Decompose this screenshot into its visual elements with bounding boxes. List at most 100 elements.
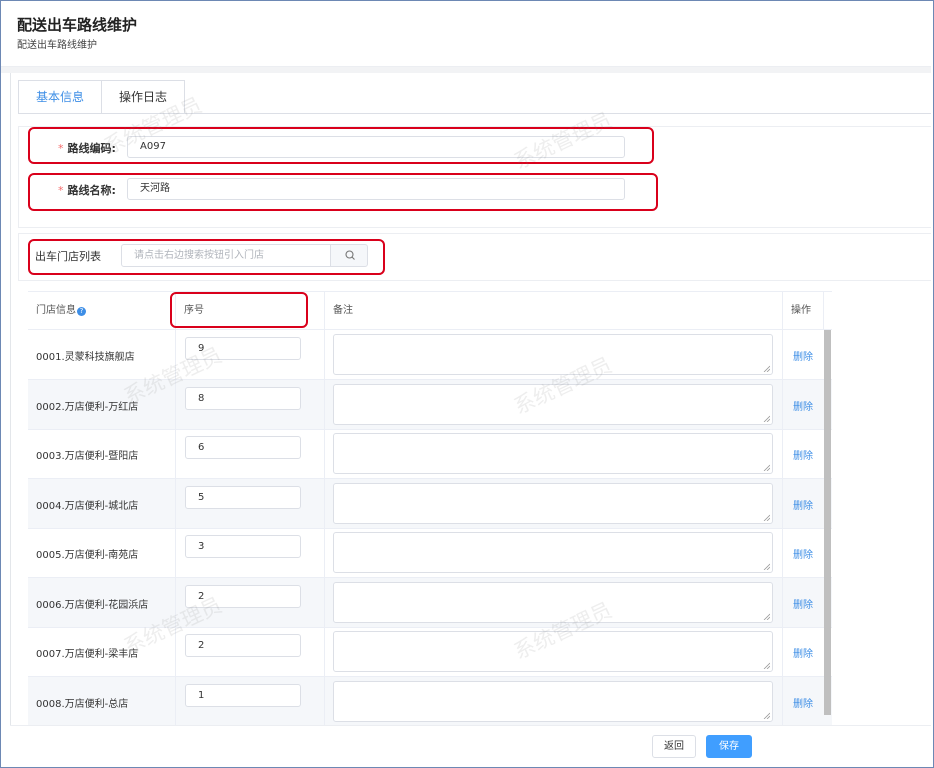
cell-seq: 8 (176, 379, 325, 430)
store-name: 0006.万店便利-花园浜店 (36, 599, 149, 611)
required-mark: * (58, 184, 64, 197)
cell-store: 0005.万店便利-南苑店 (28, 528, 176, 578)
cell-action: 删除 (783, 677, 824, 726)
cell-store: 0006.万店便利-花园浜店 (28, 577, 176, 628)
store-search-input[interactable]: 请点击右边搜索按钮引入门店 (121, 244, 331, 267)
remark-textarea[interactable] (333, 334, 773, 375)
route-code-input[interactable]: A097 (127, 136, 625, 158)
store-name: 0002.万店便利-万红店 (36, 401, 139, 413)
table-row: 0004.万店便利-城北店 5 删除 (28, 478, 832, 529)
route-name-input[interactable]: 天河路 (127, 178, 625, 200)
resize-grip-icon[interactable] (763, 613, 770, 620)
delete-link[interactable]: 删除 (793, 497, 813, 512)
cell-remark (325, 478, 783, 529)
cell-seq: 1 (176, 676, 325, 725)
table-row: 0005.万店便利-南苑店 3 删除 (28, 528, 832, 578)
remark-textarea[interactable] (333, 532, 773, 573)
help-icon[interactable]: ? (77, 307, 86, 316)
store-name: 0008.万店便利-总店 (36, 698, 129, 710)
tab-operation-log[interactable]: 操作日志 (101, 80, 186, 114)
table-row: 0002.万店便利-万红店 8 删除 (28, 379, 832, 430)
tab-bar: 基本信息 操作日志 (18, 80, 186, 114)
remark-textarea[interactable] (333, 433, 773, 474)
cell-store: 0002.万店便利-万红店 (28, 379, 176, 430)
header-store-info: 门店信息? (28, 292, 176, 330)
seq-input[interactable]: 1 (185, 683, 301, 707)
table-row: 0008.万店便利-总店 1 删除 (28, 676, 832, 726)
remark-textarea[interactable] (333, 680, 773, 722)
table-scrollbar[interactable] (824, 330, 831, 715)
cell-seq: 9 (176, 330, 325, 380)
cell-action: 删除 (783, 479, 824, 529)
cell-action: 删除 (783, 578, 824, 628)
store-name: 0004.万店便利-城北店 (36, 500, 139, 512)
delete-link[interactable]: 删除 (793, 645, 813, 660)
store-name: 0001.灵蒙科技旗舰店 (36, 352, 135, 363)
cell-remark (325, 577, 783, 628)
cell-seq: 6 (176, 429, 325, 479)
store-table: 门店信息? 序号 备注 操作 0001.灵蒙科技旗舰店 9 删除 0002.万店便利-… (28, 291, 832, 725)
route-name-label: * 路线名称: (58, 184, 116, 197)
store-search-button[interactable] (330, 244, 368, 267)
seq-input[interactable]: 2 (185, 584, 301, 608)
store-name: 0007.万店便利-梁丰店 (36, 649, 139, 660)
header-action: 操作 (783, 292, 824, 330)
cell-remark (325, 627, 783, 677)
table-row: 0007.万店便利-梁丰店 2 删除 (28, 627, 832, 677)
tabs-divider (18, 113, 931, 114)
delete-link[interactable]: 删除 (793, 447, 813, 462)
cell-store: 0008.万店便利-总店 (28, 676, 176, 725)
delete-link[interactable]: 删除 (793, 348, 813, 363)
cell-remark (325, 429, 783, 479)
remark-textarea[interactable] (333, 383, 773, 425)
seq-input[interactable]: 8 (185, 386, 301, 410)
cell-remark (325, 676, 783, 725)
table-row: 0001.灵蒙科技旗舰店 9 删除 (28, 330, 832, 380)
remark-textarea[interactable] (333, 631, 773, 672)
resize-grip-icon[interactable] (763, 662, 770, 669)
store-list-label: 出车门店列表 (35, 250, 101, 263)
cell-seq: 2 (176, 577, 325, 628)
header-remark: 备注 (325, 292, 783, 330)
table-row: 0006.万店便利-花园浜店 2 删除 (28, 577, 832, 628)
cell-remark (325, 330, 783, 380)
table-header: 门店信息? 序号 备注 操作 (28, 291, 832, 330)
cell-action: 删除 (783, 429, 824, 479)
resize-grip-icon[interactable] (763, 712, 770, 719)
save-button[interactable]: 保存 (706, 735, 752, 758)
seq-input[interactable]: 6 (185, 436, 301, 459)
resize-grip-icon[interactable] (763, 464, 770, 471)
search-icon (345, 250, 355, 260)
cell-seq: 2 (176, 627, 325, 677)
delete-link[interactable]: 删除 (793, 596, 813, 611)
remark-textarea[interactable] (333, 581, 773, 623)
delete-link[interactable]: 删除 (793, 398, 813, 413)
seq-input[interactable]: 5 (185, 485, 301, 509)
seq-input[interactable]: 9 (185, 337, 301, 360)
header-seq: 序号 (176, 292, 325, 330)
resize-grip-icon[interactable] (763, 514, 770, 521)
route-code-label: * 路线编码: (58, 142, 116, 155)
resize-grip-icon[interactable] (763, 563, 770, 570)
store-name: 0005.万店便利-南苑店 (36, 550, 139, 561)
resize-grip-icon[interactable] (763, 365, 770, 372)
page-header: 配送出车路线维护 配送出车路线维护 (1, 1, 931, 67)
resize-grip-icon[interactable] (763, 415, 770, 422)
page-title: 配送出车路线维护 (17, 16, 138, 34)
seq-input[interactable]: 3 (185, 535, 301, 558)
store-name: 0003.万店便利-暨阳店 (36, 451, 139, 462)
remark-textarea[interactable] (333, 482, 773, 524)
seq-input[interactable]: 2 (185, 634, 301, 657)
delete-link[interactable]: 删除 (793, 546, 813, 561)
cell-seq: 5 (176, 478, 325, 529)
tab-basic-info[interactable]: 基本信息 (18, 80, 103, 114)
cell-store: 0007.万店便利-梁丰店 (28, 627, 176, 677)
footer-bar (10, 725, 931, 767)
back-button[interactable]: 返回 (652, 735, 696, 758)
cell-action: 删除 (783, 627, 824, 677)
page-subtitle: 配送出车路线维护 (17, 40, 97, 51)
delete-link[interactable]: 删除 (793, 695, 813, 710)
cell-action: 删除 (783, 330, 824, 380)
cell-action: 删除 (783, 528, 824, 578)
table-row: 0003.万店便利-暨阳店 6 删除 (28, 429, 832, 479)
